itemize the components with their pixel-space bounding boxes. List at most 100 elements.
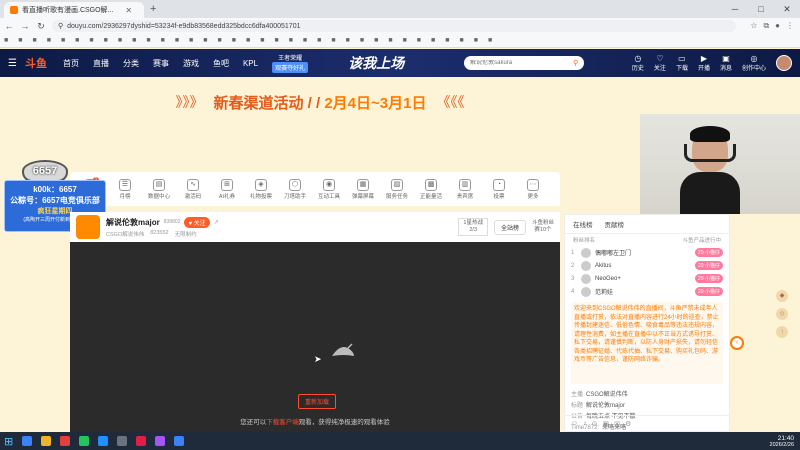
bookmark-item[interactable]: ■ [303, 37, 307, 44]
toolbar-item[interactable]: ▥ 贵宾席 [452, 178, 478, 200]
browser-menu-icon[interactable]: ⋮ [786, 21, 794, 31]
profile-icon[interactable]: ● [775, 21, 780, 31]
toolbar-item[interactable]: ▦ 弹幕屏幕 [350, 178, 376, 200]
forward-button[interactable]: → [20, 21, 30, 31]
bookmark-item[interactable]: ■ [289, 37, 293, 44]
toolbar-item[interactable]: ⋯ 更多 [520, 178, 546, 200]
bookmark-item[interactable]: ■ [417, 37, 421, 44]
bookmark-item[interactable]: ■ [75, 37, 79, 44]
share-icon[interactable]: ↗ [214, 219, 219, 226]
bookmark-item[interactable]: ■ [4, 37, 8, 44]
user-avatar[interactable] [776, 55, 792, 71]
browser-tab[interactable]: 看直播听歌有漫画.CSGO解... ✕ [4, 2, 144, 18]
taskbar-app-icon[interactable] [174, 436, 185, 446]
follow-button[interactable]: ♥ 关注 [184, 216, 210, 228]
bookmark-item[interactable]: ■ [32, 37, 36, 44]
site-info-icon[interactable]: ⚲ [58, 22, 63, 30]
bookmark-item[interactable]: ■ [431, 37, 435, 44]
bookmark-star-icon[interactable]: ☆ [750, 21, 757, 31]
bookmark-item[interactable]: ■ [260, 37, 264, 44]
video-player[interactable]: ➤ 重新加载 您还可以下载客户端观看，获得纯净极速的观看体验 [70, 242, 560, 432]
bookmark-item[interactable]: ■ [388, 37, 392, 44]
minimize-button[interactable]: ─ [722, 0, 748, 18]
taskbar-app-icon[interactable] [136, 436, 147, 446]
bookmark-item[interactable]: ■ [403, 37, 407, 44]
taskbar-app-icon[interactable] [79, 436, 90, 446]
toolbar-item[interactable]: ☰ 月榜 [112, 178, 138, 200]
kpl-promo[interactable]: 王者荣耀 观赛夺好礼 [272, 53, 309, 73]
toolbar-item[interactable]: ◉ 互动工具 [316, 178, 342, 200]
bookmark-item[interactable]: ■ [445, 37, 449, 44]
taskbar-app-icon[interactable] [22, 436, 33, 446]
toolbar-item[interactable]: ◈ 礼物投票 [248, 178, 274, 200]
bookmark-item[interactable]: ■ [161, 37, 165, 44]
bookmark-item[interactable]: ■ [474, 37, 478, 44]
extensions-icon[interactable]: ⧉ [763, 21, 769, 31]
chat-tool-icon[interactable]: ✉ [614, 420, 620, 428]
bookmark-item[interactable]: ■ [18, 37, 22, 44]
site-logo[interactable]: 斗鱼 [25, 55, 47, 71]
side-top-icon[interactable]: ↑ [776, 326, 788, 338]
bookmark-item[interactable]: ■ [47, 37, 51, 44]
chat-tool-icon[interactable]: ☺ [571, 420, 578, 427]
menu-icon[interactable]: ☰ [8, 58, 17, 69]
history-button[interactable]: ◷ 历史 [632, 54, 644, 72]
toolbar-item[interactable]: ▨ 服务任务 [384, 178, 410, 200]
maximize-button[interactable]: □ [748, 0, 774, 18]
chat-tool-icon[interactable]: ⚙ [625, 420, 631, 428]
back-button[interactable]: ← [4, 21, 14, 31]
bookmark-item[interactable]: ■ [374, 37, 378, 44]
side-gift-icon[interactable]: ◆ [776, 290, 788, 302]
bookmark-item[interactable]: ■ [360, 37, 364, 44]
toolbar-item[interactable]: ⬡ 刀塔助手 [282, 178, 308, 200]
toolbar-item[interactable]: ▩ 正能量活 [418, 178, 444, 200]
taskbar-app-icon[interactable] [117, 436, 128, 446]
chat-tool-icon[interactable]: ▣ [603, 420, 610, 428]
search-icon[interactable]: ⚲ [573, 59, 578, 67]
side-task-icon[interactable]: ◇ [776, 308, 788, 320]
messages-button[interactable]: ▣ 消息 [720, 54, 732, 72]
toolbar-item[interactable]: ∿ 激活码 [180, 178, 206, 200]
toolbar-item[interactable]: ▤ 数据中心 [146, 178, 172, 200]
streamer-category[interactable]: CSGO解说伟伟 [106, 230, 144, 238]
collapse-panel-button[interactable]: ‹ [730, 336, 744, 350]
nav-home[interactable]: 首页 [63, 58, 79, 69]
nav-yuba[interactable]: 鱼吧 [213, 58, 229, 69]
taskbar-app-icon[interactable] [155, 436, 166, 446]
taskbar-app-icon[interactable] [98, 436, 109, 446]
bookmark-item[interactable]: ■ [331, 37, 335, 44]
streamer-avatar[interactable] [76, 215, 100, 239]
bookmark-item[interactable]: ■ [175, 37, 179, 44]
rank-row[interactable]: 2 Akitus 29 小猫仔 [571, 259, 723, 272]
creator-center-button[interactable]: ◎ 创作中心 [742, 54, 766, 72]
nav-live[interactable]: 直播 [93, 58, 109, 69]
rank-row[interactable]: 3 NeoGeo+ 29 小猫仔 [571, 272, 723, 285]
start-live-button[interactable]: ▶ 开播 [698, 54, 710, 72]
nav-kpl[interactable]: KPL [243, 59, 258, 68]
bookmark-item[interactable]: ■ [488, 37, 492, 44]
tab-online-rank[interactable]: 在线榜 [573, 219, 593, 229]
bookmark-item[interactable]: ■ [104, 37, 108, 44]
event-banner[interactable]: 》》》 新春渠道活动 / / 2月4日~3月1日 《《《 [0, 77, 640, 127]
fans-box[interactable]: 斗鱼粉丝 赛10个 [532, 220, 554, 234]
taskbar-app-icon[interactable] [60, 436, 71, 446]
download-client-link[interactable]: 下载客户端 [266, 419, 299, 426]
nav-category[interactable]: 分类 [123, 58, 139, 69]
bookmark-item[interactable]: ■ [132, 37, 136, 44]
chat-tool-icon[interactable]: ⊙ [592, 420, 598, 428]
rank-row[interactable]: 1 偶嘟嘟左卫门 29 小猫仔 [571, 246, 723, 259]
bookmark-item[interactable]: ■ [146, 37, 150, 44]
toolbar-item[interactable]: ⊞ AI礼券 [214, 178, 240, 200]
site-rank-button[interactable]: 全站榜 [493, 219, 526, 235]
toolbar-item[interactable]: ◔ 投票 [486, 178, 512, 200]
download-button[interactable]: ▭ 下载 [676, 54, 688, 72]
reload-button[interactable]: ↻ [36, 21, 46, 32]
new-tab-button[interactable]: + [150, 3, 156, 15]
bookmark-item[interactable]: ■ [89, 37, 93, 44]
follow-list-button[interactable]: ♡ 关注 [654, 54, 666, 72]
bookmark-item[interactable]: ■ [317, 37, 321, 44]
system-tray-clock[interactable]: 21:40 2026/2/26 [770, 432, 794, 450]
rank-row[interactable]: 4 范莉娃 29 小猫仔 [571, 285, 723, 298]
windows-start-icon[interactable]: ⊞ [4, 435, 13, 448]
tab-contribution-rank[interactable]: 贡献榜 [605, 219, 625, 229]
